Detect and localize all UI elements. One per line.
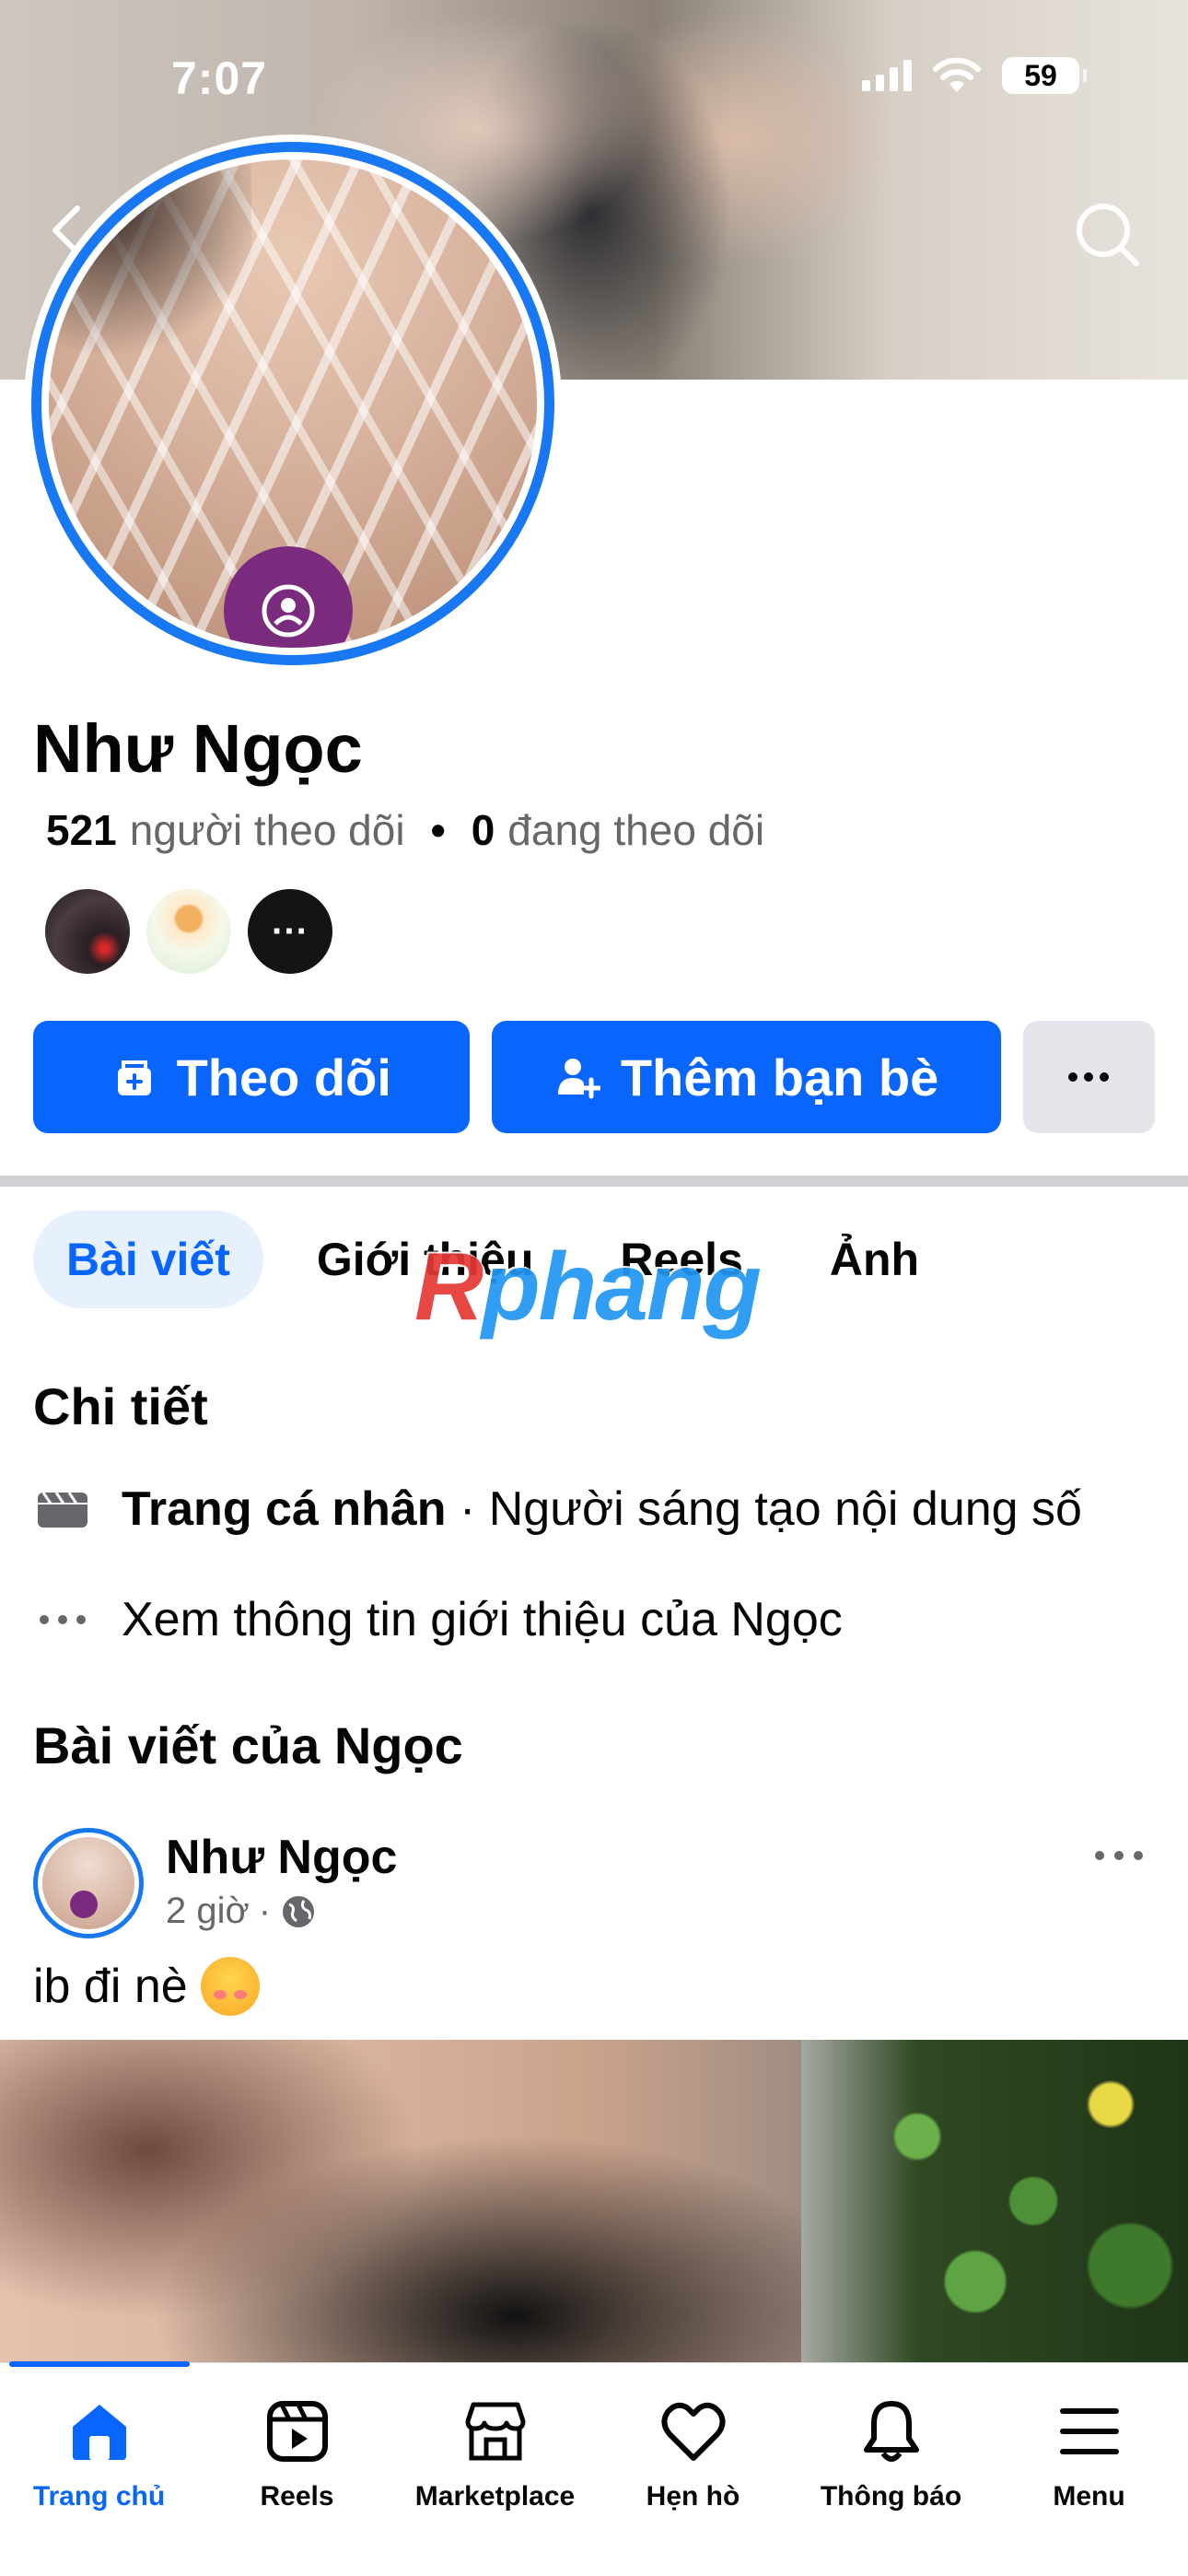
- followers-label[interactable]: người theo dõi: [130, 805, 405, 855]
- profile-picture: [49, 159, 537, 648]
- nav-reels[interactable]: Reels: [198, 2363, 396, 2576]
- stats-separator: •: [430, 806, 446, 854]
- wifi-icon: [933, 57, 981, 92]
- follow-label: Theo dõi: [176, 1048, 391, 1107]
- post-meta: 2 giờ ·: [166, 1891, 317, 1932]
- follower-avatar[interactable]: [42, 886, 133, 977]
- follow-button[interactable]: Theo dõi: [33, 1021, 471, 1133]
- nav-marketplace[interactable]: Marketplace: [396, 2363, 594, 2576]
- active-tab-indicator: [9, 2361, 190, 2367]
- nav-dating[interactable]: Hẹn hò: [594, 2363, 792, 2576]
- follow-stats: 521 người theo dõi • 0 đang theo dõi: [46, 805, 764, 855]
- profile-name: Như Ngọc: [33, 710, 363, 787]
- page-type-label: Trang cá nhân: [122, 1482, 447, 1536]
- status-time: 7:07: [171, 53, 268, 104]
- reels-icon: [261, 2395, 334, 2468]
- watermark-logo: Rphang: [414, 1234, 762, 1341]
- post-options-button[interactable]: [1087, 1837, 1151, 1874]
- nav-home-label: Trang chủ: [32, 2481, 166, 2512]
- follower-avatar[interactable]: [144, 886, 234, 977]
- status-icons: 59: [862, 57, 1087, 94]
- details-title: Chi tiết: [33, 1377, 208, 1435]
- cellular-signal-icon: [862, 60, 912, 91]
- following-label[interactable]: đang theo dõi: [507, 805, 764, 855]
- bottom-navigation: Trang chủ Reels Marketplace Hẹn hò Thông…: [0, 2361, 1188, 2576]
- post-image[interactable]: [0, 2040, 1188, 2362]
- globe-icon: [283, 1895, 315, 1927]
- story-ring: [31, 142, 554, 665]
- profile-badge-icon: [224, 546, 353, 648]
- section-divider: [0, 1176, 1188, 1187]
- bell-icon: [855, 2395, 928, 2468]
- follow-icon: [117, 1060, 151, 1095]
- nav-menu[interactable]: Menu: [990, 2363, 1188, 2576]
- add-friend-label: Thêm bạn bè: [620, 1048, 939, 1107]
- nav-reels-label: Reels: [260, 2481, 334, 2512]
- add-friend-button[interactable]: Thêm bạn bè: [492, 1021, 1001, 1133]
- post-caption: ib đi nè: [33, 1960, 188, 2013]
- nav-dating-label: Hẹn hò: [646, 2481, 740, 2512]
- nav-menu-label: Menu: [1053, 2481, 1125, 2512]
- more-dots-icon: [33, 1598, 92, 1642]
- post-author-avatar[interactable]: [33, 1828, 144, 1938]
- menu-icon: [1053, 2395, 1126, 2468]
- search-button[interactable]: [1074, 201, 1142, 269]
- clapperboard-icon: [33, 1487, 92, 1531]
- search-icon: [1077, 204, 1139, 266]
- profile-actions: Theo dõi Thêm bạn bè: [33, 1021, 1155, 1133]
- post-text: ib đi nè: [33, 1957, 260, 2016]
- add-friend-icon: [557, 1059, 600, 1099]
- heart-icon: [657, 2395, 730, 2468]
- smiling-face-with-hearts-icon: [200, 1957, 260, 2016]
- more-followers-button[interactable]: ···: [245, 886, 335, 977]
- more-icon: [1068, 1072, 1110, 1082]
- following-count[interactable]: 0: [472, 805, 495, 855]
- nav-notifications[interactable]: Thông báo: [792, 2363, 990, 2576]
- detail-page-type: Trang cá nhân · Người sáng tạo nội dung …: [33, 1481, 1082, 1537]
- nav-marketplace-label: Marketplace: [414, 2481, 576, 2512]
- marketplace-icon: [459, 2395, 532, 2468]
- post-meta-separator: ·: [258, 1891, 272, 1931]
- status-bar: 7:07 59: [0, 0, 1188, 138]
- more-icon: [1095, 1851, 1143, 1860]
- tab-photos[interactable]: Ảnh: [797, 1211, 952, 1308]
- page-type-value: · Người sáng tạo nội dung số: [446, 1482, 1082, 1536]
- post-author-name[interactable]: Như Ngọc: [166, 1830, 397, 1885]
- home-icon: [63, 2395, 136, 2468]
- mutual-followers[interactable]: ···: [42, 886, 335, 977]
- post-time[interactable]: 2 giờ: [166, 1891, 250, 1932]
- battery-indicator: 59: [1002, 57, 1087, 94]
- nav-notifications-label: Thông báo: [820, 2481, 962, 2512]
- more-options-button[interactable]: [1022, 1021, 1155, 1133]
- tab-posts[interactable]: Bài viết: [33, 1211, 263, 1308]
- profile-avatar[interactable]: [24, 135, 562, 673]
- see-about-text: Xem thông tin giới thiệu của Ngọc: [122, 1593, 843, 1646]
- posts-section-title: Bài viết của Ngọc: [33, 1716, 463, 1774]
- see-about-link[interactable]: Xem thông tin giới thiệu của Ngọc: [33, 1592, 843, 1647]
- nav-home[interactable]: Trang chủ: [0, 2363, 198, 2576]
- followers-count[interactable]: 521: [46, 805, 117, 855]
